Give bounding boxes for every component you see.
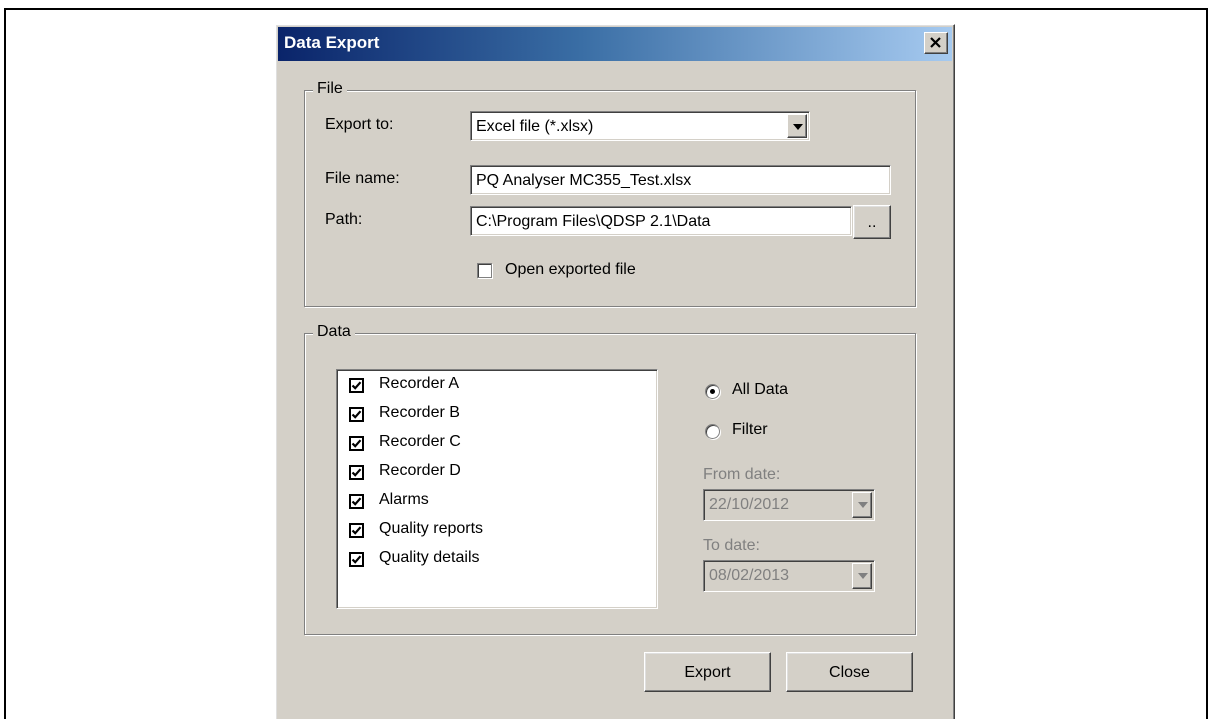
path-field[interactable]: C:\Program Files\QDSP 2.1\Data — [470, 206, 852, 236]
checkbox-icon[interactable] — [349, 465, 364, 480]
from-date-label: From date: — [703, 466, 781, 483]
browse-label: .. — [867, 214, 877, 231]
file-group-legend: File — [313, 80, 347, 98]
export-button[interactable]: Export — [644, 652, 771, 692]
data-groupbox: Data Recorder A Recorder B Recorder C Recor… — [304, 323, 916, 635]
all-data-label: All Data — [732, 381, 789, 398]
filter-radio[interactable] — [705, 424, 720, 439]
list-item-label: Alarms — [379, 491, 429, 508]
dropdown-arrow-icon[interactable] — [787, 114, 807, 138]
file-name-field[interactable]: PQ Analyser MC355_Test.xlsx — [470, 165, 891, 195]
checkbox-icon[interactable] — [349, 378, 364, 393]
to-date-picker[interactable]: 08/02/2013 — [703, 560, 875, 592]
export-to-value: Excel file (*.xlsx) — [476, 118, 594, 135]
close-button-label: Close — [829, 664, 870, 681]
list-item-label: Recorder A — [379, 375, 460, 392]
list-item-label: Recorder D — [379, 462, 461, 479]
dialog-title: Data Export — [284, 33, 380, 52]
data-export-dialog: Data Export File Export to: Excel file (… — [275, 24, 955, 719]
file-name-label: File name: — [325, 170, 400, 187]
from-date-value: 22/10/2012 — [709, 496, 790, 513]
from-date-dropdown-icon[interactable] — [852, 492, 872, 518]
checkbox-icon[interactable] — [349, 494, 364, 509]
checkbox-icon[interactable] — [349, 552, 364, 567]
from-date-picker[interactable]: 22/10/2012 — [703, 489, 875, 521]
list-item-label: Quality reports — [379, 520, 484, 537]
data-source-list[interactable]: Recorder A Recorder B Recorder C Recorder D… — [336, 369, 658, 609]
data-group-legend: Data — [313, 323, 355, 341]
list-item-label: Quality details — [379, 549, 480, 566]
close-x-glyph — [930, 37, 941, 48]
path-label: Path: — [325, 211, 363, 228]
title-bar[interactable]: Data Export — [278, 27, 952, 61]
open-exported-checkbox[interactable] — [477, 263, 492, 278]
export-button-label: Export — [684, 664, 731, 681]
close-icon[interactable] — [924, 32, 948, 54]
to-date-dropdown-icon[interactable] — [852, 563, 872, 589]
to-date-value: 08/02/2013 — [709, 567, 790, 584]
open-exported-label: Open exported file — [505, 261, 636, 278]
checkbox-icon[interactable] — [349, 436, 364, 451]
close-button[interactable]: Close — [786, 652, 913, 692]
path-value: C:\Program Files\QDSP 2.1\Data — [476, 213, 711, 230]
all-data-radio[interactable] — [705, 384, 720, 399]
radio-selected-dot — [710, 389, 715, 394]
checkbox-icon[interactable] — [349, 523, 364, 538]
export-to-label: Export to: — [325, 116, 394, 133]
file-groupbox: File Export to: Excel file (*.xlsx) File… — [304, 80, 916, 307]
checkbox-icon[interactable] — [349, 407, 364, 422]
filter-label: Filter — [732, 421, 768, 438]
file-name-value: PQ Analyser MC355_Test.xlsx — [476, 172, 692, 189]
list-item-label: Recorder B — [379, 404, 460, 421]
list-item-label: Recorder C — [379, 433, 461, 450]
browse-button[interactable]: .. — [853, 205, 891, 239]
export-to-select[interactable]: Excel file (*.xlsx) — [470, 111, 810, 141]
to-date-label: To date: — [703, 537, 760, 554]
